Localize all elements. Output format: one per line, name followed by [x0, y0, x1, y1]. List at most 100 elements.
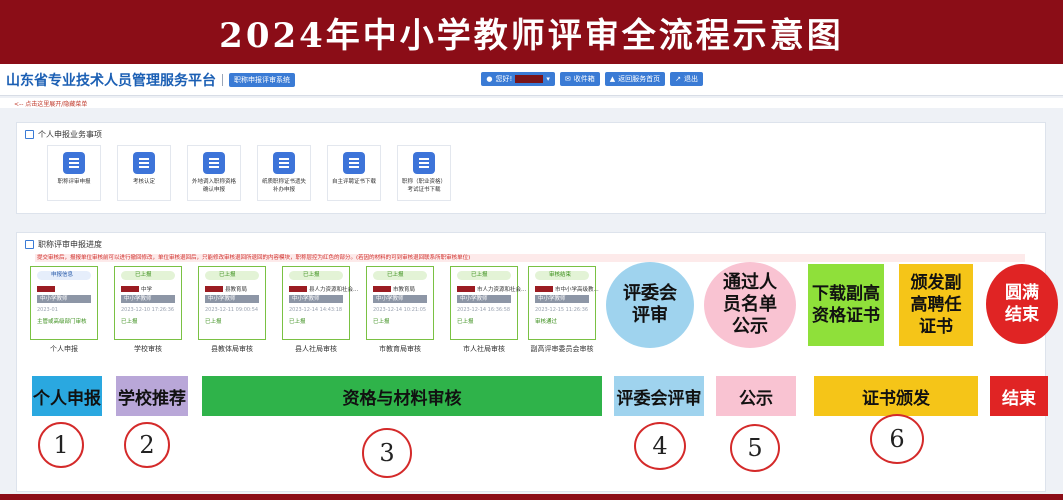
services-panel: 个人申报业务事项 职称评审申报 考核认定 外地调入职称资格确认申报 纸质职称证书… — [16, 122, 1046, 214]
redacted-username — [515, 75, 544, 83]
finish-bubble: 圆满结束 — [986, 264, 1058, 344]
system-tag[interactable]: 职称申报评审系统 — [229, 72, 295, 87]
card-role: 中小学教师 — [121, 295, 175, 303]
step-number-1: 1 — [38, 422, 84, 468]
step-number-3: 3 — [362, 428, 412, 478]
progress-title-text: 职称评审申报进度 — [38, 240, 102, 249]
redacted-name — [457, 286, 475, 292]
card-label: 副高评审委员会审核 — [530, 345, 594, 353]
step-number-5: 5 — [730, 424, 780, 472]
card-badge: 已上报 — [457, 271, 511, 280]
card-label: 个人申报 — [50, 345, 78, 353]
user-menu-button[interactable]: ● 您好! ▾ — [481, 72, 555, 86]
card-unit: 中学 — [141, 287, 153, 293]
service-self-download[interactable]: 自主评聘证书下载 — [327, 145, 381, 201]
divider — [222, 73, 223, 86]
progress-notice: 提交审核后，报报单位审核前可以进行撤回修改，单位审核退回后，只能修改审核退回所退… — [35, 254, 1025, 262]
card-role: 中小学教师 — [205, 295, 259, 303]
stage-qualification-review: 资格与材料审核 — [202, 376, 602, 416]
service-label: 考核认定 — [132, 179, 155, 185]
publicity-bubble: 通过人员名单公示 — [704, 262, 796, 348]
logout-button[interactable]: ↗ 退出 — [670, 72, 703, 86]
inbox-button[interactable]: ✉ 收件箱 — [559, 72, 600, 86]
back-home-button[interactable]: ▲ 返回服务首页 — [604, 72, 666, 86]
top-actions: ● 您好! ▾ ✉ 收件箱 ▲ 返回服务首页 ↗ 退出 — [481, 72, 703, 86]
review-board-bubble: 评委会评审 — [606, 262, 694, 348]
services-title: 个人申报业务事项 — [25, 129, 102, 140]
card-time: 2023-12-10 17:26:36 — [121, 307, 175, 313]
service-list: 职称评审申报 考核认定 外地调入职称资格确认申报 纸质职称证书遗失补办申报 自主… — [47, 145, 451, 201]
card-role: 中小学教师 — [457, 295, 511, 303]
redacted-name — [205, 286, 223, 292]
chevron-down-icon: ▾ — [546, 75, 550, 83]
card-time: 2023-12-14 10:21:05 — [373, 307, 427, 313]
card-status: 审核通过 — [535, 319, 558, 325]
logout-icon: ↗ — [675, 75, 681, 83]
progress-card-county-edu[interactable]: 已上报 县教育局 中小学教师 2023-12-11 09:00:54 已上报 — [198, 266, 266, 340]
service-label: 自主评聘证书下载 — [331, 179, 376, 185]
user-list-icon — [343, 152, 365, 174]
card-label: 县教体局审核 — [211, 345, 253, 353]
progress-card-county-hr[interactable]: 已上报 县人力资源和社会... 中小学教师 2023-12-14 14:43:1… — [282, 266, 358, 340]
card-unit: 县人力资源和社会... — [309, 287, 359, 293]
platform-title: 山东省专业技术人员管理服务平台 — [6, 72, 216, 89]
issue-cert-box: 颁发副高聘任证书 — [899, 264, 973, 346]
bell-icon: ▲ — [609, 75, 616, 83]
service-label: 职称（职业资格）考试证书下载 — [401, 179, 446, 193]
card-status: 已上报 — [205, 319, 222, 325]
stage-school-recommend: 学校推荐 — [116, 376, 188, 416]
redacted-name — [373, 286, 391, 292]
card-role: 中小学教师 — [289, 295, 343, 303]
service-exam-certificate[interactable]: 职称（职业资格）考试证书下载 — [397, 145, 451, 201]
service-label: 纸质职称证书遗失补办申报 — [261, 179, 306, 193]
card-label: 县人社局审核 — [295, 345, 337, 353]
card-status: 已上报 — [121, 319, 138, 325]
stage-board-review: 评委会评审 — [614, 376, 704, 416]
card-role: 中小学教师 — [535, 295, 589, 303]
progress-card-senior-committee[interactable]: 审核结束 市中小学高级教... 中小学教师 2023-12-15 11:26:3… — [528, 266, 599, 340]
service-assessment[interactable]: 考核认定 — [117, 145, 171, 201]
edit-form-icon — [63, 152, 85, 174]
top-bar: 山东省专业技术人员管理服务平台 职称申报评审系统 ● 您好! ▾ ✉ 收件箱 ▲… — [0, 64, 1063, 96]
id-card-icon — [273, 152, 295, 174]
card-time: 2023-12-14 16:36:58 — [457, 307, 511, 313]
card-role: 中小学教师 — [373, 295, 427, 303]
card-role: 中小学教师 — [37, 295, 91, 303]
card-badge: 已上报 — [205, 271, 259, 280]
card-status: 主管或高级部门审核 — [37, 319, 87, 325]
service-apply-review[interactable]: 职称评审申报 — [47, 145, 101, 201]
user-icon: ● — [486, 75, 493, 83]
redacted-name — [37, 286, 55, 292]
banner: 2024年中小学教师评审全流程示意图 — [0, 0, 1063, 64]
step-number-2: 2 — [124, 422, 170, 468]
card-badge: 已上报 — [121, 271, 175, 280]
back-home-label: 返回服务首页 — [618, 75, 661, 83]
step-number-6: 6 — [870, 414, 924, 464]
redacted-name — [121, 286, 139, 292]
inbox-label: 收件箱 — [573, 75, 595, 83]
mail-icon: ✉ — [564, 75, 571, 83]
stage-certificate-issue: 证书颁发 — [814, 376, 978, 416]
services-title-text: 个人申报业务事项 — [38, 130, 102, 139]
card-unit: 县教育局 — [225, 287, 248, 293]
document-icon — [25, 130, 34, 139]
progress-card-city-hr[interactable]: 已上报 市人力资源和社会... 中小学教师 2023-12-14 16:36:5… — [450, 266, 526, 340]
card-status: 已上报 — [373, 319, 390, 325]
card-time: 2023-12-15 11:26:36 — [535, 307, 589, 313]
progress-title: 职称评审申报进度 — [25, 239, 102, 250]
card-label: 市人社局审核 — [463, 345, 505, 353]
progress-card-school[interactable]: 已上报 中学 中小学教师 2023-12-10 17:26:36 已上报 — [114, 266, 182, 340]
progress-card-city-edu[interactable]: 已上报 市教育局 中小学教师 2023-12-14 10:21:05 已上报 — [366, 266, 434, 340]
menu-toggle-bar[interactable]: <-- 点击这里展开/隐藏菜单 — [0, 98, 1063, 108]
card-badge: 审核结束 — [535, 271, 589, 280]
service-transfer-confirm[interactable]: 外地调入职称资格确认申报 — [187, 145, 241, 201]
step-number-4: 4 — [634, 422, 686, 470]
progress-icon — [25, 240, 34, 249]
logout-label: 退出 — [684, 75, 698, 83]
card-badge: 已上报 — [289, 271, 343, 280]
service-lost-certificate[interactable]: 纸质职称证书遗失补办申报 — [257, 145, 311, 201]
card-status: 已上报 — [289, 319, 306, 325]
card-time: 2023-01 — [37, 307, 58, 313]
progress-card-personal[interactable]: 申报信息 中小学教师 2023-01 主管或高级部门审核 — [30, 266, 98, 340]
menu-toggle-hint[interactable]: <-- 点击这里展开/隐藏菜单 — [14, 99, 87, 108]
